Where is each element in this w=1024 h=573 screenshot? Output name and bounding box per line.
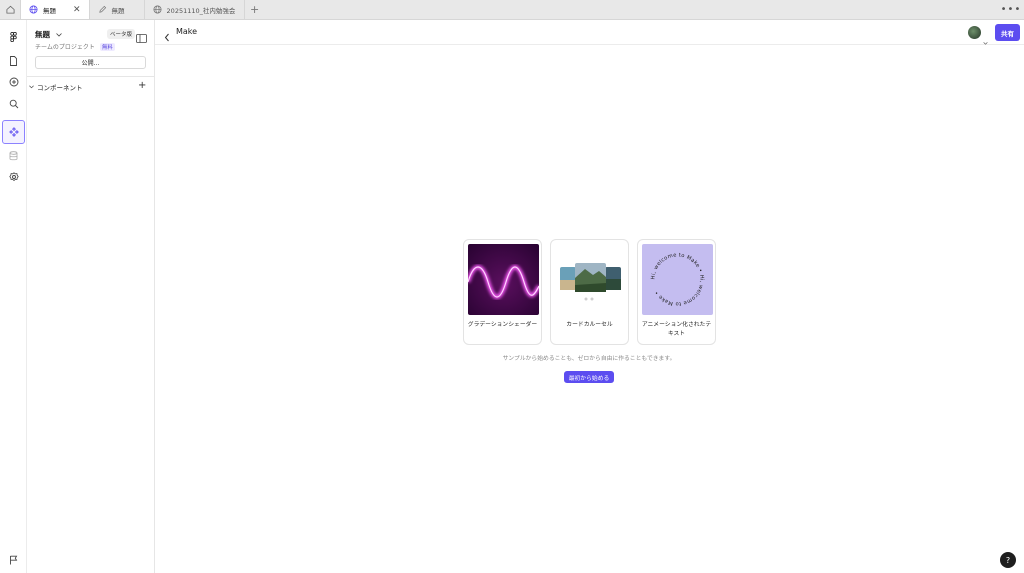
divider (27, 76, 155, 77)
carousel-thumbnail (555, 244, 626, 315)
database-button[interactable] (2, 145, 25, 167)
database-icon (9, 151, 18, 161)
start-from-scratch-button[interactable]: 最初から始める (564, 371, 614, 383)
components-button[interactable] (2, 120, 25, 144)
gradient-shader-thumbnail (468, 244, 539, 315)
template-card-gradient-shader[interactable]: グラデーションシェーダー (463, 239, 542, 345)
add-button[interactable] (2, 71, 25, 93)
avatar-menu-button[interactable] (983, 30, 988, 49)
new-tab-button[interactable]: + (245, 0, 265, 19)
components-label: コンポーネント (37, 84, 83, 92)
team-project-line: チームのプロジェクト 無料 (35, 42, 115, 51)
template-card-animated-text[interactable]: Hi, welcome to Make • Hi, welcome to Mak… (637, 239, 716, 345)
publish-button[interactable]: 公開... (35, 56, 146, 69)
panel-toggle-button[interactable] (136, 28, 147, 47)
globe-icon (29, 5, 38, 14)
tab-bar: 無題 ✕ 無題 20251110_社内勉強会 + ••• (0, 0, 1024, 20)
file-button[interactable] (2, 50, 25, 72)
chevron-down-icon (983, 42, 988, 45)
side-panel: 無題 ベータ版 チームのプロジェクト 無料 公開... コンポーネント + (27, 20, 155, 573)
components-section-toggle[interactable]: コンポーネント (29, 82, 83, 92)
file-icon (10, 56, 17, 66)
share-button[interactable]: 共有 (995, 24, 1020, 41)
more-menu-button[interactable]: ••• (998, 0, 1024, 19)
help-button[interactable]: ? (1000, 552, 1016, 568)
tab-label: 無題 (43, 6, 56, 15)
components-icon (8, 127, 19, 137)
avatar[interactable] (968, 26, 981, 39)
hint-text: サンプルから始めることも、ゼロから自由に作ることもできます。 (502, 356, 676, 362)
team-project-label: チームのプロジェクト (35, 44, 95, 51)
feedback-button[interactable] (2, 549, 25, 571)
gear-icon (8, 172, 19, 182)
search-button[interactable] (2, 93, 25, 115)
tab-study-session[interactable]: 20251110_社内勉強会 (145, 0, 245, 19)
beta-badge: ベータ版 (107, 29, 136, 39)
tab-untitled-active[interactable]: 無題 ✕ (21, 0, 90, 19)
home-button[interactable] (0, 0, 21, 19)
template-card-carousel[interactable]: カードカルーセル (550, 239, 629, 345)
back-button[interactable] (164, 27, 170, 46)
chevron-down-icon (29, 85, 34, 89)
chevron-left-icon (164, 33, 169, 42)
tab-label: 無題 (111, 6, 125, 15)
plus-circle-icon (9, 77, 18, 87)
main-header: Make 共有 (155, 20, 1024, 45)
tab-label: 20251110_社内勉強会 (166, 6, 236, 15)
sidebar-toggle-icon (136, 34, 147, 43)
flag-icon (10, 555, 18, 565)
card-label: カードカルーセル (566, 322, 613, 328)
home-icon (5, 5, 15, 14)
free-plan-badge: 無料 (99, 42, 115, 51)
file-name-label: 無題 (35, 30, 50, 39)
figma-logo-icon (9, 31, 17, 42)
figma-logo-button[interactable] (2, 26, 25, 48)
page-title: Make (176, 27, 198, 36)
tab-close-button[interactable]: ✕ (73, 5, 81, 15)
globe-icon (153, 5, 162, 14)
pencil-icon (98, 5, 106, 13)
search-icon (9, 99, 18, 109)
file-name-dropdown[interactable]: 無題 (35, 29, 62, 40)
settings-button[interactable] (2, 166, 25, 188)
tab-untitled-design[interactable]: 無題 (90, 0, 145, 19)
add-component-button[interactable]: + (138, 80, 146, 91)
chevron-down-icon (56, 32, 62, 37)
card-label: アニメーション化されたテキスト (641, 322, 712, 337)
left-rail (0, 20, 27, 573)
animated-text-thumbnail: Hi, welcome to Make • Hi, welcome to Mak… (642, 244, 713, 315)
card-label: グラデーションシェーダー (467, 322, 538, 328)
